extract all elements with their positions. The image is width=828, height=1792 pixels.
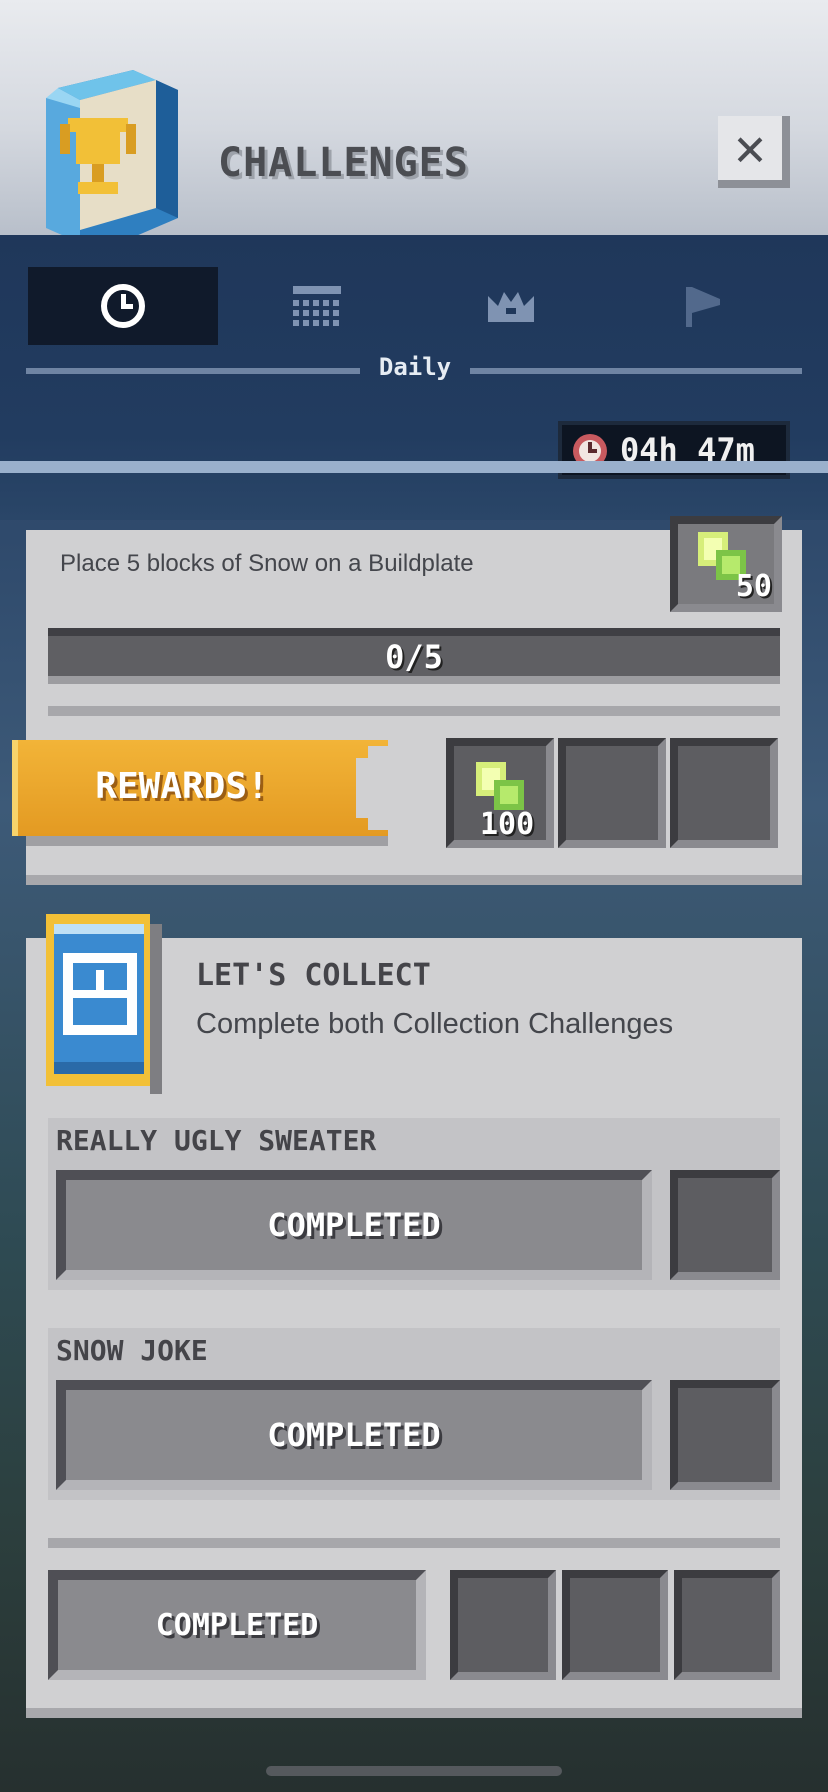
challenge-nav: Daily 04h 47m xyxy=(0,235,828,520)
rewards-label: REWARDS! xyxy=(95,766,269,807)
tab-events[interactable] xyxy=(610,267,800,345)
reward-slot-1: 100 xyxy=(446,738,554,848)
crown-icon xyxy=(488,292,534,322)
trophy-book-icon xyxy=(46,70,178,248)
reward-slot-3 xyxy=(674,1570,780,1680)
reward-slot-1 xyxy=(450,1570,556,1680)
header: CHALLENGES ✕ xyxy=(0,0,828,248)
close-icon: ✕ xyxy=(734,118,766,178)
reward-amount: 100 xyxy=(480,807,535,842)
sub-challenge: REALLY UGLY SWEATER COMPLETED xyxy=(48,1118,780,1290)
calendar-icon xyxy=(293,286,341,326)
challenge-card-snow[interactable]: Place 5 blocks of Snow on a Buildplate 5… xyxy=(12,516,802,885)
tab-daily[interactable] xyxy=(28,267,218,345)
challenge-reward-slot: 50 xyxy=(670,516,782,612)
collection-banner-icon xyxy=(46,914,162,1094)
clock-icon xyxy=(101,284,145,328)
challenge-description: Place 5 blocks of Snow on a Buildplate xyxy=(60,550,474,577)
progress-text: 0/5 xyxy=(385,638,443,676)
divider-right xyxy=(470,368,802,374)
sub-challenge-title: SNOW JOKE xyxy=(56,1334,208,1367)
reward-amount: 50 xyxy=(735,569,772,604)
reward-slot-2 xyxy=(562,1570,668,1680)
status-text: COMPLETED xyxy=(267,1206,441,1244)
current-tab-label: Daily xyxy=(378,353,452,381)
divider-left xyxy=(26,368,360,374)
challenge-description: Complete both Collection Challenges xyxy=(196,1008,674,1040)
completed-bar: COMPLETED xyxy=(56,1170,652,1280)
close-button[interactable]: ✕ xyxy=(718,116,790,188)
card-divider xyxy=(48,1538,780,1548)
ruby-icon xyxy=(476,762,524,810)
card-divider xyxy=(48,706,780,716)
rewards-ribbon[interactable]: REWARDS! xyxy=(12,740,402,846)
sub-challenge: SNOW JOKE COMPLETED xyxy=(48,1328,780,1500)
tab-weekly[interactable] xyxy=(222,267,412,345)
nav-stripe xyxy=(0,461,828,473)
sub-reward-slot xyxy=(670,1170,780,1280)
flag-icon xyxy=(686,287,720,327)
reward-slot-3 xyxy=(670,738,778,848)
completed-bar: COMPLETED xyxy=(56,1380,652,1490)
home-indicator[interactable] xyxy=(266,1766,562,1776)
footer-completed-bar: COMPLETED xyxy=(48,1570,426,1680)
page-title: CHALLENGES xyxy=(218,140,469,186)
progress-bar: 0/5 xyxy=(48,628,780,684)
sub-challenge-title: REALLY UGLY SWEATER xyxy=(56,1124,377,1157)
challenge-card-lets-collect[interactable]: LET'S COLLECT Complete both Collection C… xyxy=(26,914,802,1718)
sub-reward-slot xyxy=(670,1380,780,1490)
tab-season[interactable] xyxy=(416,267,606,345)
reward-slot-2 xyxy=(558,738,666,848)
status-text: COMPLETED xyxy=(267,1416,441,1454)
challenge-title: LET'S COLLECT xyxy=(196,958,431,993)
status-text: COMPLETED xyxy=(155,1607,319,1643)
